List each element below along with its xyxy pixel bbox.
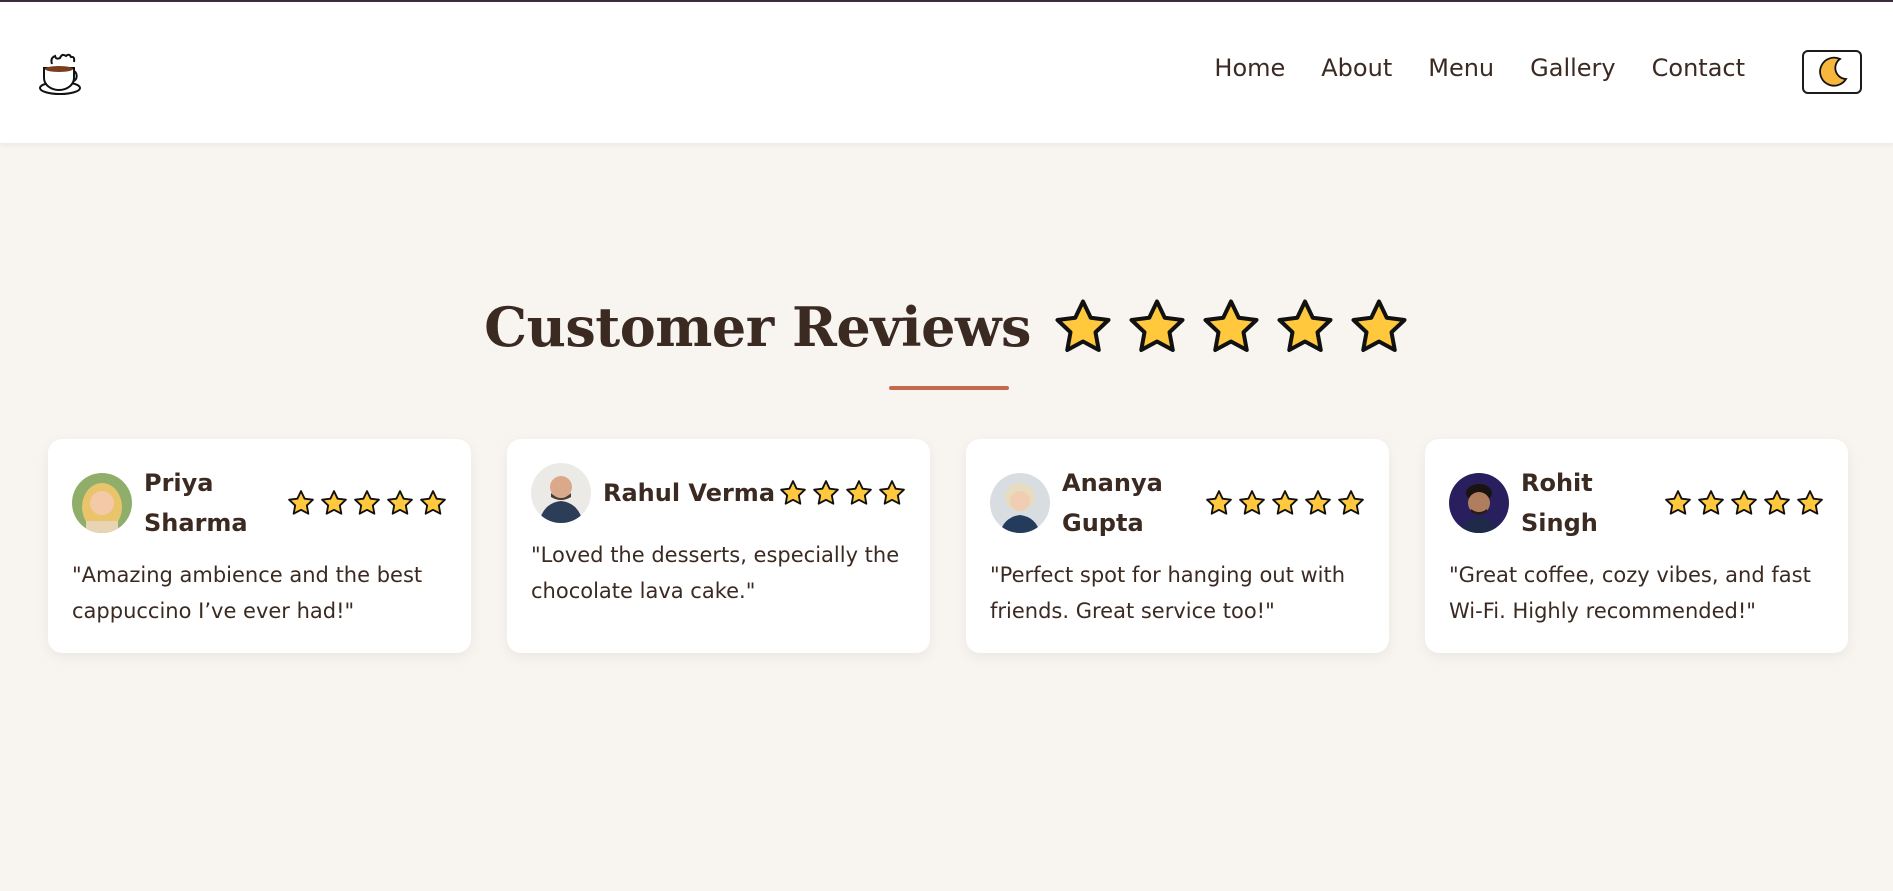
- star-icon: [288, 490, 314, 515]
- star-rating: [1664, 489, 1824, 517]
- section-title: Customer Reviews: [484, 295, 1031, 359]
- star-icon: [1338, 490, 1364, 515]
- reviews-heading-row: Customer Reviews: [0, 295, 1893, 359]
- review-card-rahul: Rahul Verma "Loved the desserts, especia…: [507, 439, 930, 653]
- star-rating: [287, 489, 447, 517]
- star-icon: [1239, 490, 1265, 515]
- review-card-ananya: Ananya Gupta "Perfect spot for hanging o…: [966, 439, 1389, 653]
- nav-menu[interactable]: Menu: [1428, 54, 1494, 82]
- review-card-rohit: Rohit Singh "Great coffee, cozy vibes, a…: [1425, 439, 1848, 653]
- nav-contact[interactable]: Contact: [1652, 54, 1745, 82]
- avatar: [990, 473, 1050, 533]
- reviewer-name: Priya Sharma: [144, 469, 248, 537]
- review-text: "Perfect spot for hanging out with frien…: [990, 563, 1346, 623]
- title-underline: [889, 386, 1009, 390]
- star-rating: [779, 479, 906, 507]
- star-icon: [846, 480, 872, 505]
- avatar: [531, 463, 591, 523]
- main-nav: Home About Menu Gallery Contact: [1214, 54, 1745, 82]
- avatar: [72, 473, 132, 533]
- star-icon: [813, 480, 839, 505]
- review-text: "Loved the desserts, especially the choc…: [531, 543, 900, 603]
- star-icon: [780, 480, 806, 505]
- avatar: [1449, 473, 1509, 533]
- crescent-moon-icon: [1819, 56, 1848, 87]
- star-icon: [1797, 490, 1823, 515]
- review-text: "Amazing ambience and the best cappuccin…: [72, 563, 423, 623]
- star-icon: [321, 490, 347, 515]
- star-icon: [1305, 490, 1331, 515]
- nav-about[interactable]: About: [1321, 54, 1392, 82]
- nav-gallery[interactable]: Gallery: [1530, 54, 1615, 82]
- star-icon: [1351, 299, 1407, 352]
- review-cards: Priya Sharma "Amazing ambience and the b…: [48, 439, 1848, 653]
- star-icon: [879, 480, 905, 505]
- star-icon: [387, 490, 413, 515]
- star-icon: [1206, 490, 1232, 515]
- star-icon: [1055, 299, 1111, 352]
- star-icon: [1665, 490, 1691, 515]
- star-icon: [1203, 299, 1259, 352]
- reviewer-name: Rahul Verma: [603, 479, 776, 507]
- star-icon: [1698, 490, 1724, 515]
- site-header: Home About Menu Gallery Contact: [0, 2, 1893, 143]
- star-icon: [1731, 490, 1757, 515]
- star-icon: [354, 490, 380, 515]
- title-star-rating: [1053, 297, 1409, 357]
- coffee-cup-icon[interactable]: [38, 52, 84, 96]
- star-icon: [1277, 299, 1333, 352]
- star-icon: [420, 490, 446, 515]
- nav-home[interactable]: Home: [1214, 54, 1285, 82]
- star-icon: [1764, 490, 1790, 515]
- review-card-priya: Priya Sharma "Amazing ambience and the b…: [48, 439, 471, 653]
- star-rating: [1205, 489, 1365, 517]
- star-icon: [1129, 299, 1185, 352]
- reviewer-name: Ananya Gupta: [1062, 469, 1163, 537]
- star-icon: [1272, 490, 1298, 515]
- theme-toggle-button[interactable]: [1802, 50, 1862, 94]
- review-text: "Great coffee, cozy vibes, and fast Wi-F…: [1449, 563, 1811, 623]
- reviewer-name: Rohit Singh: [1521, 469, 1598, 537]
